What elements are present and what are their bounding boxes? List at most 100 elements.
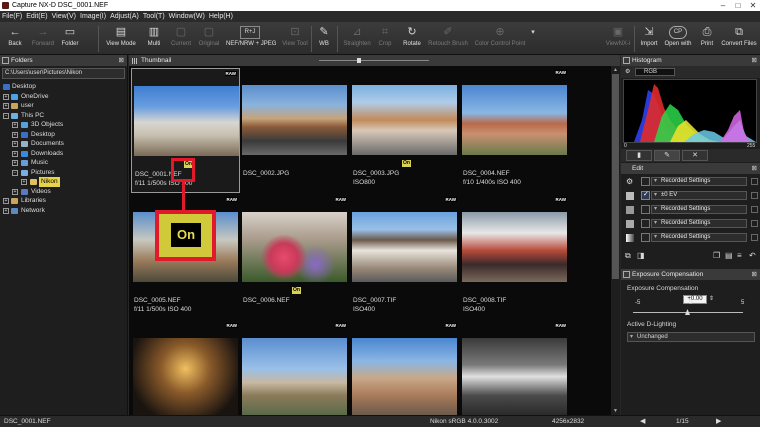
tab-info[interactable]: ▮: [626, 150, 652, 161]
expand-icon[interactable]: +: [12, 160, 18, 166]
import-button[interactable]: ⇲ Import: [637, 24, 661, 54]
thumbnail-item[interactable]: DSC_0002.JPG: [240, 68, 349, 193]
edit-row-white-balance[interactable]: Recorded Settings: [623, 204, 758, 217]
previous-page-icon[interactable]: ◀: [640, 416, 645, 427]
panel-close-icon[interactable]: ⊠: [752, 269, 757, 280]
scroll-up-icon[interactable]: ▲: [611, 66, 620, 74]
panel-close-icon[interactable]: ⊠: [752, 55, 757, 66]
expand-icon[interactable]: +: [3, 103, 9, 109]
expand-icon[interactable]: +: [3, 207, 9, 214]
thumbnail-item[interactable]: RAW DSC_0004.NEF f/10 1/400s ISO 400: [460, 68, 569, 193]
tree-item-onedrive[interactable]: + OneDrive: [0, 92, 127, 102]
multi-button[interactable]: ▥ Multi: [143, 24, 165, 54]
edit-row-value[interactable]: ±0 EV: [651, 191, 747, 200]
panel-close-icon[interactable]: ⊠: [119, 55, 124, 66]
forward-button[interactable]: → Forward: [28, 24, 58, 54]
edit-row-tone[interactable]: Recorded Settings: [623, 232, 758, 245]
edit-row-value[interactable]: Recorded Settings: [651, 177, 747, 186]
copy-icon[interactable]: ❐: [713, 251, 720, 260]
rotate-button[interactable]: ↻ Rotate: [400, 24, 424, 54]
menu-image[interactable]: Image(I): [78, 11, 108, 22]
menu-help[interactable]: Help(H): [207, 11, 235, 22]
maximize-button[interactable]: □: [731, 0, 745, 11]
toolbar-more-button[interactable]: ▾: [529, 24, 537, 54]
tree-item-network[interactable]: + Network: [0, 206, 127, 216]
back-button[interactable]: ← Back: [3, 24, 27, 54]
menu-file[interactable]: File(F): [0, 11, 24, 22]
adjust-icon[interactable]: ◨: [637, 251, 645, 260]
tree-item-this-pc[interactable]: − This PC: [0, 111, 127, 121]
tree-item-desktop[interactable]: Desktop: [0, 82, 127, 92]
convert-files-button[interactable]: ⧉ Convert Files: [720, 24, 758, 54]
print-button[interactable]: ⎙ Print: [697, 24, 717, 54]
wb-button[interactable]: ✎ WB: [313, 24, 335, 54]
thumbnail-item[interactable]: On DSC_0003.JPG ISO800: [350, 68, 459, 193]
active-d-lighting-select[interactable]: ▾ Unchanged: [627, 332, 755, 342]
scroll-down-icon[interactable]: ▼: [611, 407, 620, 415]
edit-row-checkbox[interactable]: [641, 177, 650, 186]
edit-row-value[interactable]: Recorded Settings: [651, 205, 747, 214]
tree-item-libraries[interactable]: + Libraries: [0, 196, 127, 206]
collapse-icon[interactable]: −: [3, 112, 9, 119]
thumbnail-scrollbar[interactable]: ▲ ▼: [611, 66, 620, 415]
tree-item-downloads[interactable]: + Downloads: [0, 149, 127, 159]
tree-item-desktop-pc[interactable]: + Desktop: [0, 130, 127, 140]
edit-row-toggle[interactable]: [751, 192, 758, 199]
slider-knob[interactable]: [357, 58, 361, 63]
tree-item-nikon[interactable]: + Nikon: [0, 177, 127, 187]
sliders-icon[interactable]: ≡: [737, 251, 742, 260]
exposure-slider[interactable]: [633, 309, 743, 315]
tree-item-user[interactable]: + user: [0, 101, 127, 111]
thumbnail-item[interactable]: RAW: [131, 321, 240, 417]
spin-icon[interactable]: ⇕: [709, 295, 714, 302]
tree-item-music[interactable]: + Music: [0, 158, 127, 168]
current-button[interactable]: ▢ Current: [168, 24, 194, 54]
tree-item-documents[interactable]: + Documents: [0, 139, 127, 149]
color-control-point-button[interactable]: ⊕ Color Control Point: [472, 24, 528, 54]
stack-icon[interactable]: ⧉: [625, 251, 631, 261]
straighten-button[interactable]: ⊿ Straighten: [341, 24, 373, 54]
gear-icon[interactable]: ⚙: [625, 68, 630, 75]
edit-row-value[interactable]: Recorded Settings: [651, 219, 747, 228]
tree-item-videos[interactable]: + Videos: [0, 187, 127, 197]
paste-icon[interactable]: ▤: [725, 251, 733, 260]
tree-item-pictures[interactable]: − Pictures: [0, 168, 127, 178]
expand-icon[interactable]: +: [3, 93, 9, 100]
edit-row-toggle[interactable]: [751, 234, 758, 241]
edit-row-exposure[interactable]: ±0 EV: [623, 190, 758, 203]
menu-edit[interactable]: Edit(E): [24, 11, 49, 22]
thumbnail-item[interactable]: RAW On DSC_0006.NEF: [240, 195, 349, 320]
original-button[interactable]: ▢ Original: [196, 24, 222, 54]
expand-icon[interactable]: +: [3, 198, 9, 204]
tab-edit[interactable]: ✎: [654, 150, 680, 161]
expand-icon[interactable]: +: [12, 131, 18, 138]
panel-close-icon[interactable]: ⊠: [752, 163, 757, 174]
folder-path-field[interactable]: C:\Users\user\Pictures\Nikon: [2, 68, 125, 79]
thumbnail-item[interactable]: RAW: [350, 321, 459, 417]
edit-row-toggle[interactable]: [751, 220, 758, 227]
edit-row-toggle[interactable]: [751, 178, 758, 185]
expand-icon[interactable]: +: [12, 150, 18, 157]
exposure-value-input[interactable]: +0.00: [683, 295, 707, 304]
tree-item-3d-objects[interactable]: +3D Objects: [0, 120, 127, 130]
thumbnail-size-slider[interactable]: [319, 58, 429, 63]
channel-select[interactable]: RGB: [635, 68, 675, 76]
view-mode-button[interactable]: ▤ View Mode: [103, 24, 139, 54]
collapse-icon[interactable]: −: [12, 169, 18, 176]
thumbnail-item[interactable]: RAW: [240, 321, 349, 417]
minimize-button[interactable]: –: [716, 0, 730, 11]
expand-icon[interactable]: +: [21, 179, 27, 185]
nef-jpeg-toggle[interactable]: R+J NEF/NRW + JPEG: [226, 24, 276, 54]
edit-row-picture-control-2[interactable]: Recorded Settings: [623, 218, 758, 231]
thumbnail-item[interactable]: RAW: [460, 321, 569, 417]
scrollbar-thumb[interactable]: [612, 74, 619, 279]
menu-window[interactable]: Window(W): [167, 11, 207, 22]
edit-row-value[interactable]: Recorded Settings: [651, 233, 747, 242]
thumbnail-item[interactable]: RAW DSC_0008.TIF ISO400: [460, 195, 569, 320]
menu-view[interactable]: View(V): [50, 11, 78, 22]
edit-row-checkbox[interactable]: [641, 219, 650, 228]
edit-row-checkbox[interactable]: [641, 205, 650, 214]
edit-row-checkbox[interactable]: [641, 190, 650, 200]
next-page-icon[interactable]: ▶: [716, 416, 721, 427]
undo-icon[interactable]: ↶: [749, 251, 756, 260]
